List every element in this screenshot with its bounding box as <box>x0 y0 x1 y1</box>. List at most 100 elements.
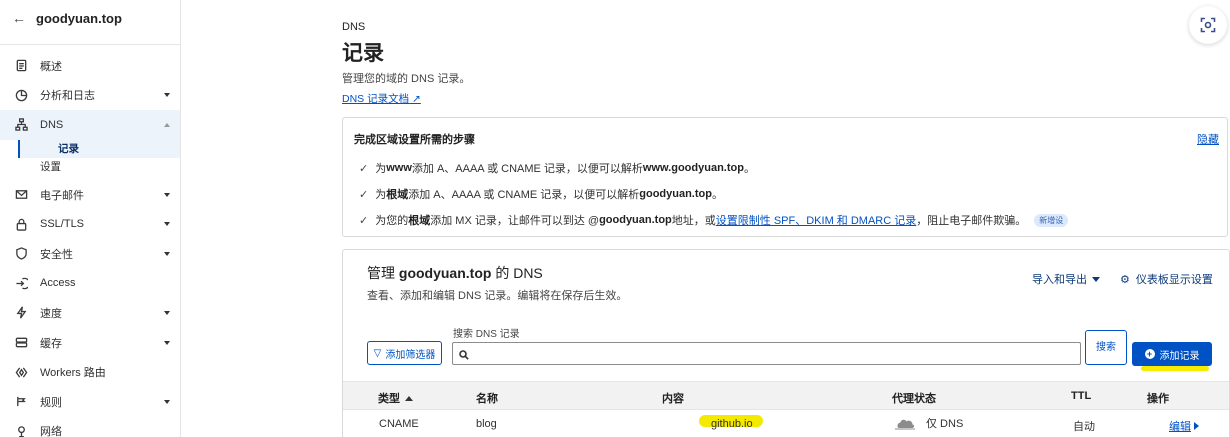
search-field[interactable] <box>452 342 1081 365</box>
step-text: 为 <box>375 189 387 201</box>
sidebar-header: ← goodyuan.top <box>0 0 180 36</box>
import-export-label: 导入和导出 <box>1032 274 1087 286</box>
focus-icon <box>1200 17 1216 33</box>
sidebar-item-label: 安全性 <box>40 248 73 261</box>
pin-icon <box>14 424 28 437</box>
step-bold: www.goodyuan.top <box>642 162 744 174</box>
step-text: 为 <box>375 163 387 175</box>
sidebar-item-dns[interactable]: DNS <box>0 110 180 140</box>
spf-dkim-dmarc-link[interactable]: 设置限制性 SPF、DKIM 和 DMARC 记录 <box>716 212 916 228</box>
search-button[interactable]: 搜索 <box>1085 330 1127 365</box>
sidebar-item-label: Access <box>40 277 76 290</box>
step-www-record: ✓ 为 www 添加 A、AAAA 或 CNAME 记录，以便可以解析 www.… <box>359 160 755 176</box>
caret-down-icon <box>1092 276 1100 282</box>
table-row[interactable]: CNAME blog github.io 仅 DNS 自动 编辑 <box>343 410 1229 437</box>
sidebar-item-overview[interactable]: 概述 <box>0 51 180 81</box>
domain-title: goodyuan.top <box>36 10 122 26</box>
check-icon: ✓ <box>359 214 369 227</box>
sidebar-subitem-label: 设置 <box>40 161 61 174</box>
column-header-ttl[interactable]: TTL <box>1071 390 1091 402</box>
sidebar-item-cache[interactable]: 缓存 <box>0 328 180 358</box>
sidebar-item-analytics[interactable]: 分析和日志 <box>0 81 180 111</box>
sidebar-item-label: 电子邮件 <box>40 189 84 202</box>
manage-description: 查看、添加和编辑 DNS 记录。编辑将在保存后生效。 <box>367 290 628 302</box>
sidebar-item-security[interactable]: 安全性 <box>0 239 180 269</box>
manage-title-prefix: 管理 <box>367 265 399 281</box>
sidebar-item-access[interactable]: Access <box>0 269 180 299</box>
manage-title-suffix: 的 DNS <box>491 265 543 281</box>
step-bold: 根域 <box>408 215 431 227</box>
sidebar-nav: 概述 分析和日志 DNS 记录 设置 电子邮件 SSL/TLS 安全性 Acce… <box>0 51 180 437</box>
workers-icon <box>14 365 28 379</box>
focus-mode-button[interactable] <box>1189 6 1227 44</box>
sidebar-item-speed[interactable]: 速度 <box>0 298 180 328</box>
cell-proxy: 仅 DNS <box>894 415 963 431</box>
sidebar-item-label: 缓存 <box>40 337 62 350</box>
column-header-label: 操作 <box>1147 393 1169 405</box>
plus-icon: + <box>1144 349 1155 359</box>
sidebar-item-email[interactable]: 电子邮件 <box>0 180 180 210</box>
sidebar-subitem-label: 记录 <box>58 143 79 156</box>
rules-icon <box>14 395 28 409</box>
sidebar-item-label: 概述 <box>40 60 62 73</box>
chevron-down-icon <box>164 310 170 315</box>
step-bold: goodyuan.top <box>639 188 712 200</box>
page-description: 管理您的域的 DNS 记录。 <box>342 73 471 85</box>
import-export-dropdown[interactable]: 导入和导出 <box>1032 271 1100 287</box>
back-arrow-icon[interactable]: ← <box>12 10 32 26</box>
sidebar-item-label: DNS <box>40 118 64 131</box>
step-text: 添加 A、AAAA 或 CNAME 记录，以便可以解析 <box>408 189 640 201</box>
column-header-name[interactable]: 名称 <box>476 390 498 406</box>
bolt-icon <box>14 306 28 320</box>
chart-icon <box>14 88 28 102</box>
document-icon <box>14 59 28 73</box>
sidebar-subitem-records[interactable]: 记录 <box>18 139 180 158</box>
column-header-label: TTL <box>1071 390 1092 402</box>
dns-docs-link-label: DNS 记录文档 <box>342 93 410 105</box>
cell-ttl: 自动 <box>1073 421 1095 433</box>
column-header-content[interactable]: 内容 <box>662 390 684 406</box>
column-header-type[interactable]: 类型 <box>378 390 413 406</box>
sidebar-item-network[interactable]: 网络 <box>0 417 180 437</box>
add-record-label: 添加记录 <box>1159 350 1200 362</box>
step-bold: goodyuan.top <box>599 214 672 226</box>
edit-record-link[interactable]: 编辑 <box>1169 418 1199 434</box>
add-filter-button[interactable]: ▽ 添加筛选器 <box>367 341 442 365</box>
chevron-down-icon <box>164 222 170 227</box>
shield-icon <box>14 247 28 261</box>
network-icon <box>14 118 28 132</box>
column-header-proxy[interactable]: 代理状态 <box>892 390 936 406</box>
search-icon <box>459 349 469 360</box>
dashboard-settings-label: 仪表板显示设置 <box>1135 274 1213 286</box>
step-text: 。 <box>743 163 755 175</box>
sidebar-item-label: 速度 <box>40 307 62 320</box>
sidebar-item-label: SSL/TLS <box>40 218 85 231</box>
step-text: 添加 A、AAAA 或 CNAME 记录，以便可以解析 <box>411 163 643 175</box>
step-text: 添加 MX 记录，让邮件可以到达 @ <box>430 215 600 227</box>
access-icon <box>14 276 28 290</box>
manage-title-domain: goodyuan.top <box>398 265 492 281</box>
chevron-down-icon <box>164 192 170 197</box>
column-header-label: 名称 <box>476 393 498 405</box>
sidebar-item-rules[interactable]: 规则 <box>0 387 180 417</box>
setup-steps-card: 完成区域设置所需的步骤 隐藏 ✓ 为 www 添加 A、AAAA 或 CNAME… <box>342 117 1228 237</box>
step-bold: 根域 <box>386 189 409 201</box>
dashboard-settings-button[interactable]: ⚙ 仪表板显示设置 <box>1120 271 1213 287</box>
dns-docs-link[interactable]: DNS 记录文档 ↗ <box>342 91 421 106</box>
filter-icon: ▽ <box>373 347 382 359</box>
hide-steps-link[interactable]: 隐藏 <box>1197 131 1219 147</box>
check-icon: ✓ <box>359 162 369 175</box>
sidebar-item-label: 分析和日志 <box>40 90 95 103</box>
breadcrumb: DNS <box>342 21 366 33</box>
add-record-button[interactable]: + 添加记录 <box>1132 342 1212 366</box>
sidebar-item-ssl[interactable]: SSL/TLS <box>0 209 180 239</box>
caret-right-icon <box>1194 422 1199 430</box>
edit-link[interactable]: 编辑 <box>1169 418 1199 434</box>
table-header: 类型 名称 内容 代理状态 TTL 操作 <box>343 381 1229 410</box>
sidebar-item-workers-routes[interactable]: Workers 路由 <box>0 357 180 387</box>
sidebar-subitem-settings[interactable]: 设置 <box>0 158 180 176</box>
column-header-label: 内容 <box>662 393 684 405</box>
new-badge: 新增设 <box>1034 213 1069 227</box>
search-input[interactable] <box>475 347 1080 360</box>
column-header-label: 代理状态 <box>892 393 936 405</box>
